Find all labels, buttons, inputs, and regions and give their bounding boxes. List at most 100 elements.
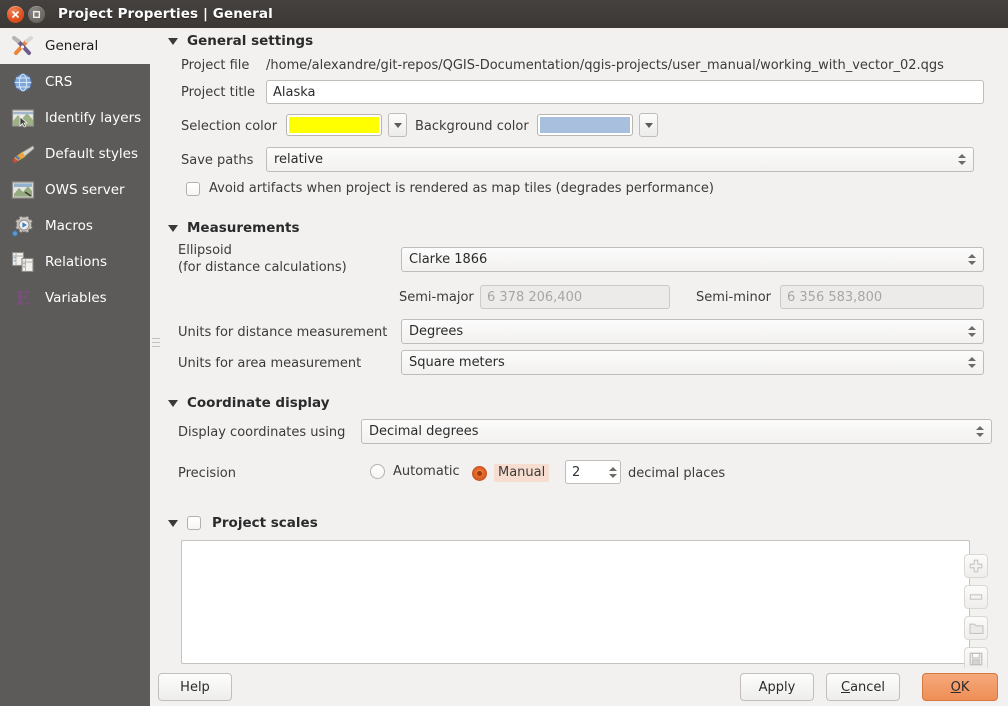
sidebar-item-identify-layers[interactable]: Identify layers <box>0 100 150 136</box>
precision-automatic-radio-row[interactable]: Automatic <box>370 464 460 479</box>
avoid-artifacts-row[interactable]: Avoid artifacts when project is rendered… <box>186 181 714 196</box>
selection-color-label: Selection color <box>181 119 278 134</box>
sidebar-item-label: CRS <box>45 74 73 90</box>
add-scale-button[interactable] <box>964 554 988 578</box>
project-scales-checkbox[interactable] <box>187 516 201 530</box>
precision-manual-radio-row[interactable]: Manual <box>472 464 550 482</box>
save-paths-combo[interactable]: relative <box>266 147 974 172</box>
spinner-arrows-icon <box>965 322 979 341</box>
project-scales-list[interactable] <box>181 540 970 664</box>
chevron-down-icon <box>644 122 653 128</box>
sidebar-item-label: Macros <box>45 218 93 234</box>
decimal-places-spinbox[interactable]: 2 <box>565 460 621 484</box>
general-settings-section-header[interactable]: General settings <box>168 33 313 49</box>
background-color-swatch[interactable] <box>537 114 633 136</box>
spinner-arrows-icon <box>955 150 969 169</box>
remove-scale-button[interactable] <box>964 585 988 609</box>
precision-manual-radio[interactable] <box>472 465 487 481</box>
spinner-arrows-icon[interactable] <box>606 463 620 482</box>
gear-play-icon <box>10 214 36 238</box>
area-units-value: Square meters <box>409 355 505 370</box>
collapse-triangle-icon <box>168 224 178 232</box>
distance-units-combo[interactable]: Degrees <box>401 319 984 344</box>
spinner-arrows-icon <box>965 353 979 372</box>
svg-text:Ε: Ε <box>16 288 30 310</box>
precision-manual-label: Manual <box>494 464 550 482</box>
save-paths-label: Save paths <box>181 153 254 168</box>
project-title-label: Project title <box>181 85 256 100</box>
display-coordinates-value: Decimal degrees <box>369 424 479 439</box>
background-color-dropdown-button[interactable] <box>639 113 658 137</box>
hammer-wrench-icon <box>10 34 36 58</box>
semi-minor-label: Semi-minor <box>696 290 772 305</box>
spinner-arrows-icon <box>965 250 979 269</box>
sidebar-item-ows-server[interactable]: OWS server <box>0 172 150 208</box>
sidebar-item-macros[interactable]: Macros <box>0 208 150 244</box>
section-title: Project scales <box>212 515 318 531</box>
sidebar-splitter[interactable] <box>150 28 162 706</box>
maximize-icon[interactable] <box>28 5 45 23</box>
project-file-value: /home/alexandre/git-repos/QGIS-Documenta… <box>266 58 944 73</box>
sidebar-item-variables[interactable]: Ε Variables <box>0 280 150 316</box>
sidebar-item-relations[interactable]: Relations <box>0 244 150 280</box>
help-button[interactable]: Help <box>158 673 232 701</box>
spinner-arrows-icon <box>973 422 987 441</box>
area-units-combo[interactable]: Square meters <box>401 350 984 375</box>
distance-units-value: Degrees <box>409 324 464 339</box>
display-coordinates-label: Display coordinates using <box>178 425 346 440</box>
project-title-input[interactable]: Alaska <box>266 80 984 104</box>
ok-button[interactable]: OK <box>922 673 998 701</box>
ellipsoid-label-line2: (for distance calculations) <box>178 260 347 275</box>
chevron-down-icon <box>393 122 402 128</box>
epsilon-icon: Ε <box>10 286 36 310</box>
collapse-triangle-icon <box>168 399 178 407</box>
decimal-places-label: decimal places <box>628 466 726 481</box>
ellipsoid-combo[interactable]: Clarke 1866 <box>401 247 984 272</box>
precision-label: Precision <box>178 466 237 481</box>
apply-button[interactable]: Apply <box>740 673 814 701</box>
avoid-artifacts-label: Avoid artifacts when project is rendered… <box>209 181 714 196</box>
sidebar-item-general[interactable]: General <box>0 28 150 64</box>
plus-icon <box>969 559 983 573</box>
sidebar-item-default-styles[interactable]: Default styles <box>0 136 150 172</box>
close-icon[interactable] <box>7 5 24 23</box>
open-scales-button[interactable] <box>964 616 988 640</box>
minus-icon <box>969 594 983 600</box>
cancel-rest: ancel <box>850 679 886 695</box>
display-coordinates-combo[interactable]: Decimal degrees <box>361 419 992 444</box>
semi-minor-input: 6 356 583,800 <box>780 285 984 309</box>
sidebar-item-label: Variables <box>45 290 107 306</box>
selection-color-dropdown-button[interactable] <box>388 113 407 137</box>
avoid-artifacts-checkbox[interactable] <box>186 181 200 196</box>
save-icon <box>969 652 983 666</box>
title-bar: Project Properties | General <box>0 0 1008 28</box>
paintbrush-icon <box>10 142 36 166</box>
precision-automatic-label: Automatic <box>393 464 460 479</box>
cancel-button[interactable]: Cancel <box>826 673 901 701</box>
tables-relation-icon <box>10 250 36 274</box>
ok-rest: K <box>960 679 970 695</box>
collapse-triangle-icon <box>168 37 178 45</box>
map-cursor-icon <box>10 106 36 130</box>
project-file-label: Project file <box>181 58 250 73</box>
sidebar-item-label: OWS server <box>45 182 125 198</box>
sidebar-item-crs[interactable]: CRS <box>0 64 150 100</box>
precision-automatic-radio[interactable] <box>370 464 385 479</box>
collapse-triangle-icon <box>168 519 178 527</box>
settings-panel: General settings Project file /home/alex… <box>162 28 1008 671</box>
sidebar: General CRS Identify layers Default styl… <box>0 28 150 706</box>
ows-map-icon <box>10 178 36 202</box>
measurements-section-header[interactable]: Measurements <box>168 220 299 236</box>
background-color-label: Background color <box>415 119 529 134</box>
sidebar-item-label: Identify layers <box>45 110 142 126</box>
section-title: Measurements <box>187 220 300 236</box>
distance-units-label: Units for distance measurement <box>178 325 388 340</box>
coordinate-display-section-header[interactable]: Coordinate display <box>168 395 330 411</box>
decimal-places-value: 2 <box>572 464 581 480</box>
selection-color-swatch[interactable] <box>286 114 382 136</box>
dialog-button-bar: Help Apply Cancel OK <box>150 668 1008 706</box>
globe-icon <box>10 70 36 94</box>
area-units-label: Units for area measurement <box>178 356 362 371</box>
ok-mnemonic: O <box>950 679 961 695</box>
project-scales-section-header[interactable]: Project scales <box>168 515 318 531</box>
